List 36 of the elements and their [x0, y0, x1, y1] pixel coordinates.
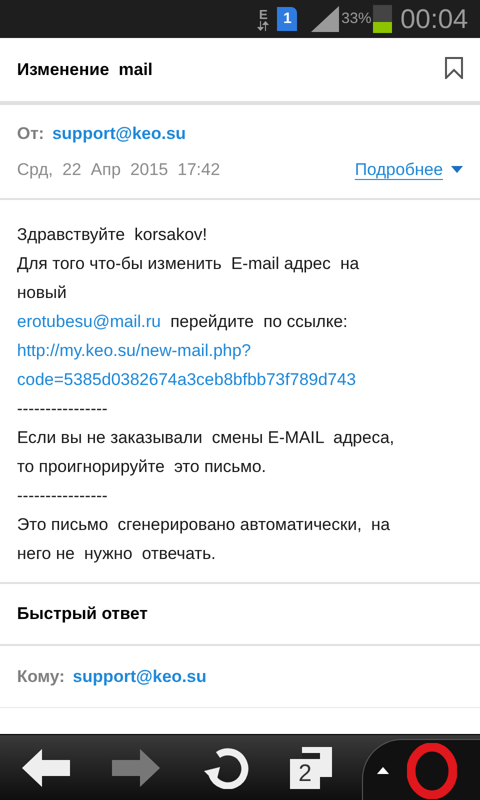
message-text: Для того что-бы изменить E-mail адрес на — [17, 253, 360, 275]
sender-link[interactable]: support@keo.su — [52, 121, 186, 146]
data-arrows-icon — [257, 20, 270, 30]
message-subject: Изменение mail — [17, 58, 153, 81]
caret-up-icon — [377, 767, 389, 774]
signal-icon — [311, 6, 340, 32]
message-text: то проигнорируйте это письмо. — [17, 456, 268, 478]
reload-icon[interactable] — [204, 746, 250, 788]
battery-icon — [373, 5, 392, 33]
message-date: Срд, 22 Апр 2015 17:42 — [17, 158, 220, 180]
from-label: От: — [17, 123, 44, 145]
ring-logo-icon — [407, 742, 457, 798]
bookmark-icon[interactable] — [445, 57, 463, 79]
caret-icon — [451, 166, 463, 173]
clock: 00:04 — [400, 2, 468, 36]
message-link[interactable]: http://my.keo.su/new-mail.php? — [17, 336, 463, 365]
message-text: Здравствуйте korsakov! — [17, 224, 208, 246]
to-label: Кому: — [17, 666, 65, 688]
details-link[interactable]: Подробнее — [354, 156, 443, 182]
message-text: новый — [17, 282, 68, 304]
recipient-link[interactable]: support@keo.su — [72, 664, 206, 690]
message-text: ---------------- — [17, 485, 109, 507]
message-text: ---------------- — [17, 398, 109, 420]
sim-icon: 1 — [277, 7, 298, 31]
message-text: перейдите по ссылке: — [169, 312, 348, 331]
message-link[interactable]: erotubesu@mail.ru — [17, 312, 161, 331]
message-link[interactable]: code=5385d0382674a3ceb8bfbb73f789d743 — [17, 365, 463, 394]
message-text: Это письмо сгенерировано автоматически, на — [17, 514, 391, 536]
back-arrow-icon[interactable] — [22, 748, 70, 786]
section-title: Быстрый ответ — [17, 603, 148, 626]
network-type-text: E — [259, 8, 268, 20]
message-text: него не нужно отвечать. — [17, 543, 217, 565]
battery-percent: 33% — [341, 8, 372, 29]
message-text: Если вы не заказывали смены E-MAIL адреса, — [17, 427, 396, 449]
menu-button[interactable] — [362, 739, 480, 800]
tab-count: 2 — [290, 758, 320, 788]
